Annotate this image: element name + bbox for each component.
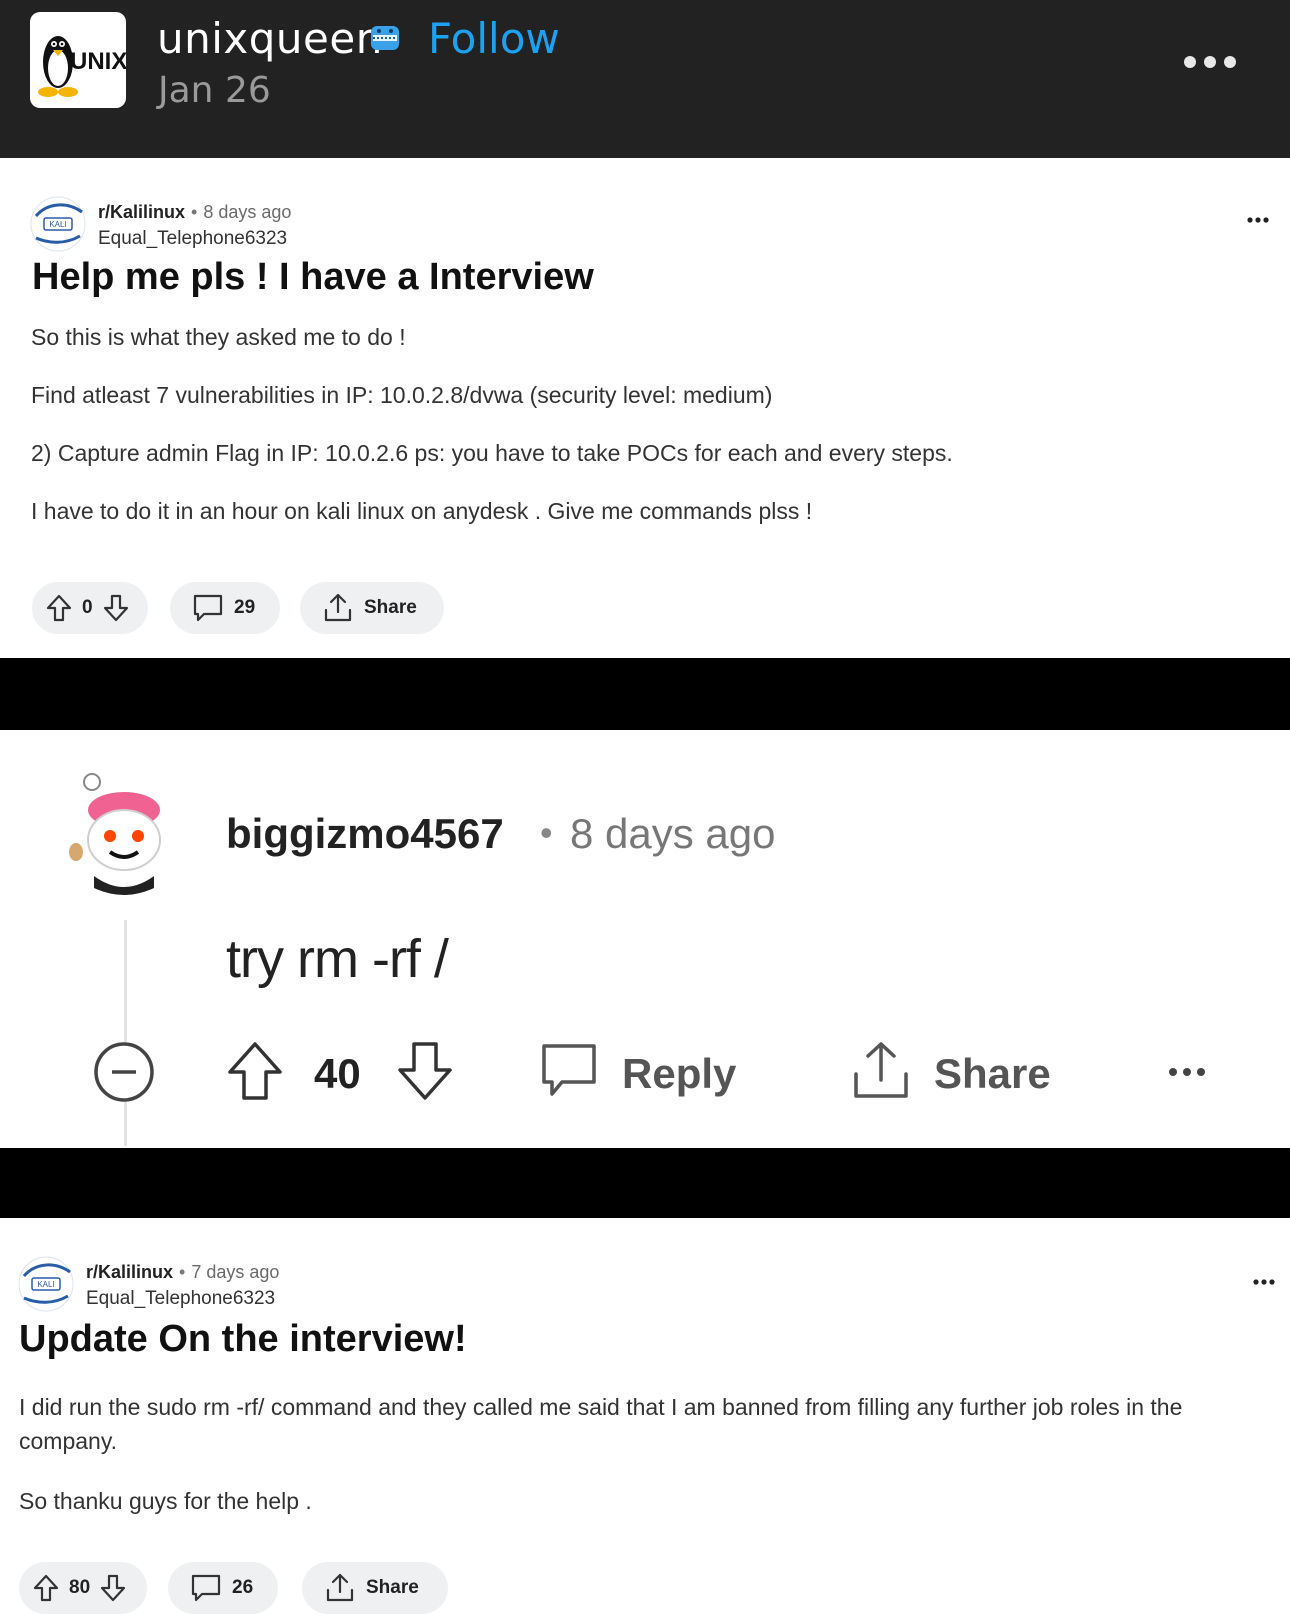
reply-button[interactable]: Reply [622, 1050, 736, 1098]
share-label: Share [366, 1577, 419, 1598]
follow-button[interactable]: Follow [428, 14, 560, 63]
comment-count: 26 [232, 1577, 254, 1598]
reply-comment-icon[interactable] [540, 1042, 598, 1100]
post-paragraph: I have to do it in an hour on kali linux… [31, 498, 813, 524]
svg-text:KALI: KALI [37, 1280, 54, 1289]
downvote-icon[interactable] [396, 1040, 454, 1102]
post-meta: r/Kalilinux • 8 days ago [98, 202, 291, 223]
post-date: Jan 26 [158, 70, 271, 111]
reddit-post-1: KALI r/Kalilinux • 8 days ago Equal_Teleph… [0, 158, 1290, 658]
comment-more-icon[interactable] [1168, 1066, 1206, 1078]
post-author[interactable]: Equal_Telephone6323 [98, 228, 287, 250]
divider-band [0, 1148, 1290, 1218]
snoo-avatar-icon[interactable] [62, 768, 192, 898]
share-label: Share [364, 597, 417, 618]
downvote-icon[interactable] [100, 1574, 126, 1602]
comments-button[interactable]: 26 [168, 1562, 278, 1614]
kali-subreddit-icon: KALI [30, 196, 86, 252]
avatar[interactable]: UNIX [30, 12, 126, 108]
post-paragraph: Find atleast 7 vulnerabilities in IP: 10… [31, 382, 773, 408]
vote-count: 80 [69, 1577, 91, 1598]
kali-subreddit-icon: KALI [18, 1256, 74, 1312]
meta-separator: • [179, 1262, 186, 1282]
subreddit-name[interactable]: r/Kalilinux [98, 202, 185, 222]
post-paragraph: So this is what they asked me to do ! [31, 324, 406, 350]
zipper-mouth-emoji-icon [371, 26, 399, 50]
comment-text: try rm -rf / [226, 929, 449, 989]
share-button[interactable]: Share [300, 582, 444, 634]
share-icon [324, 593, 352, 622]
post-more-icon[interactable] [1253, 1278, 1275, 1286]
comment-vote-count: 40 [314, 1050, 361, 1097]
collapse-thread-icon[interactable] [92, 1040, 156, 1104]
upvote-icon[interactable] [33, 1574, 59, 1602]
reddit-post-2: KALI r/Kalilinux • 7 days ago Equal_Teleph… [0, 1218, 1290, 1618]
comment-time: 8 days ago [570, 810, 776, 857]
post-paragraph: I did run the sudo rm -rf/ command and t… [19, 1394, 1183, 1454]
divider-band [0, 658, 1290, 730]
vote-pill: 80 [19, 1562, 147, 1614]
upvote-icon[interactable] [46, 594, 72, 622]
share-icon [326, 1573, 354, 1602]
post-more-icon[interactable] [1247, 216, 1269, 224]
comment-username[interactable]: biggizmo4567 [226, 810, 504, 858]
username[interactable]: unixqueen [157, 14, 383, 63]
vote-count: 0 [82, 597, 93, 618]
comment-icon [191, 1574, 221, 1602]
thread-line[interactable] [124, 920, 127, 1146]
comment-count: 29 [234, 597, 256, 618]
post-author[interactable]: Equal_Telephone6323 [86, 1288, 275, 1310]
upvote-icon[interactable] [226, 1040, 284, 1102]
comments-button[interactable]: 29 [170, 582, 280, 634]
comment-icon [193, 594, 223, 622]
vote-pill: 0 [32, 582, 148, 634]
share-button[interactable]: Share [302, 1562, 448, 1614]
share-icon[interactable] [850, 1038, 912, 1102]
post-time: 7 days ago [191, 1262, 280, 1282]
more-options-icon[interactable] [1182, 52, 1242, 72]
post-meta: r/Kalilinux • 7 days ago [86, 1262, 279, 1283]
post-title[interactable]: Help me pls ! I have a Interview [32, 256, 594, 299]
subreddit-name[interactable]: r/Kalilinux [86, 1262, 173, 1282]
avatar-label: UNIX [70, 48, 126, 75]
meta-separator: • [191, 202, 198, 222]
post-paragraph: 2) Capture admin Flag in IP: 10.0.2.6 ps… [31, 440, 953, 466]
post-title[interactable]: Update On the interview! [19, 1318, 467, 1361]
post-time: 8 days ago [203, 202, 292, 222]
comment-share-button[interactable]: Share [934, 1050, 1051, 1098]
post-header: UNIX unixqueen Follow Jan 26 [0, 0, 1290, 158]
downvote-icon[interactable] [103, 594, 129, 622]
svg-text:KALI: KALI [49, 220, 66, 229]
post-paragraph: So thanku guys for the help . [19, 1488, 312, 1514]
meta-separator: • [540, 812, 553, 853]
